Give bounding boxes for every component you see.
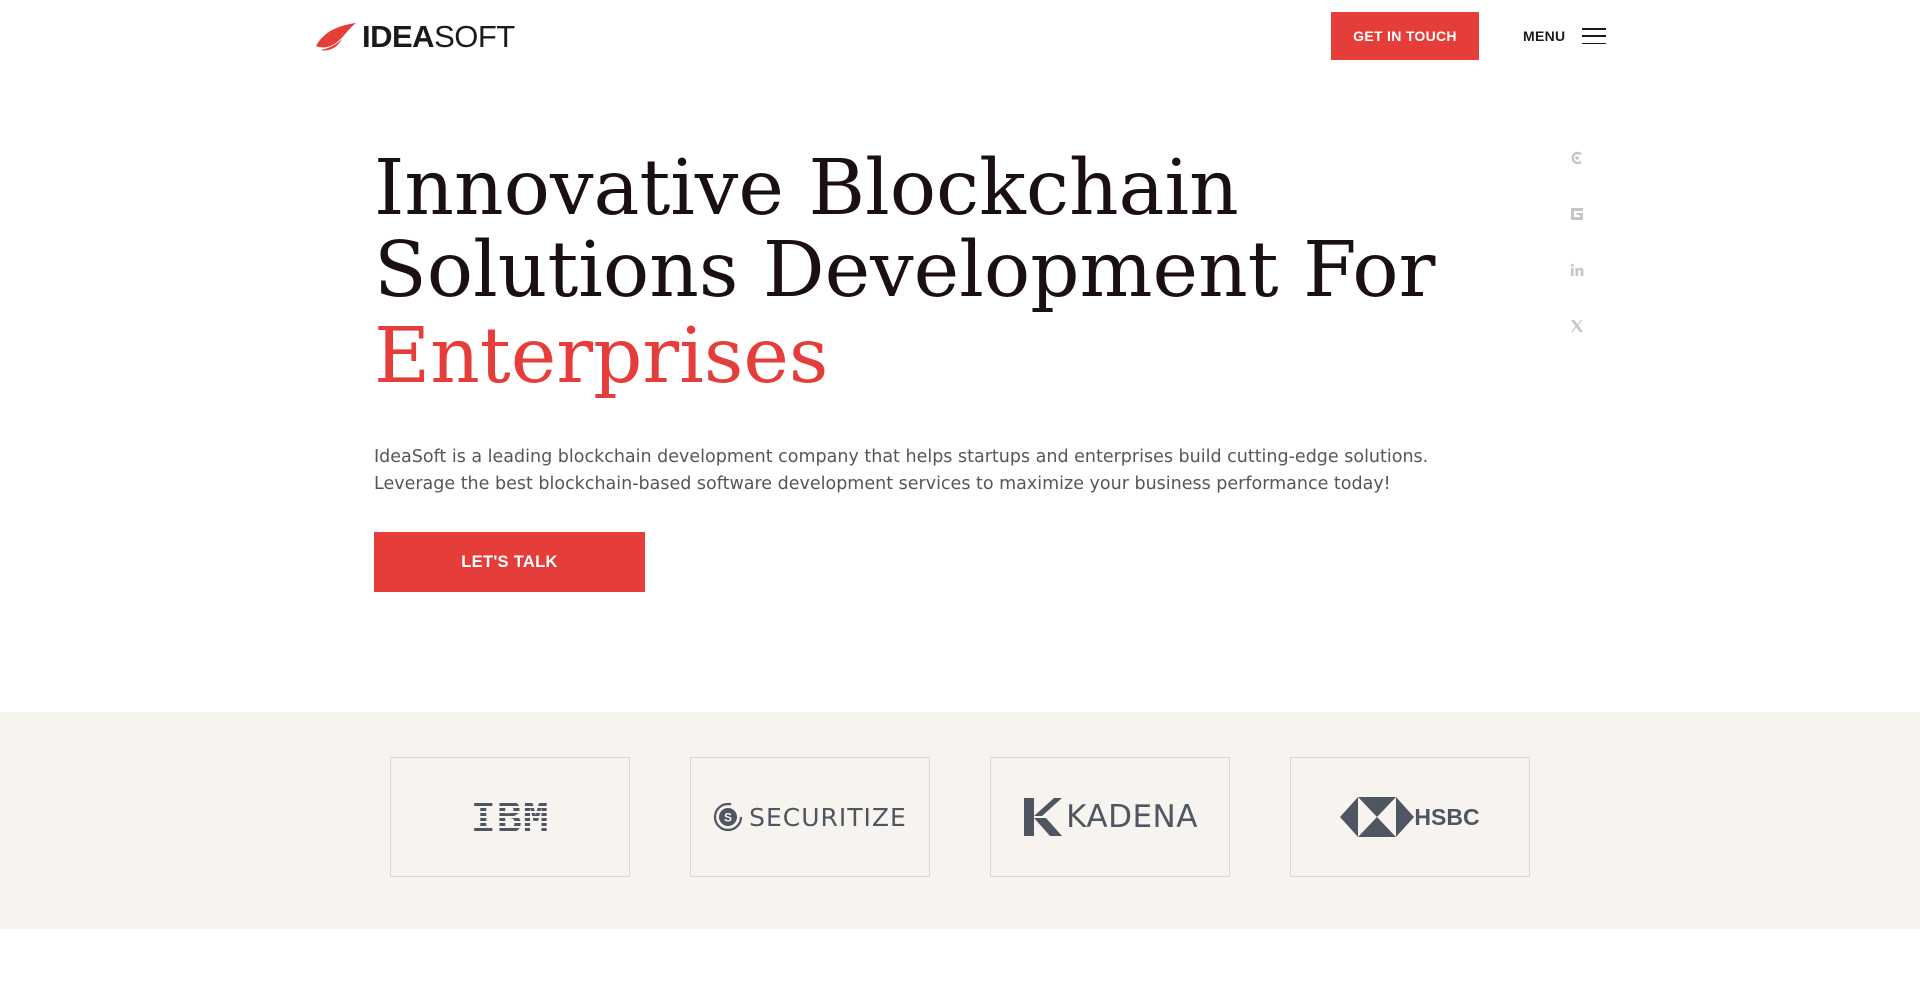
- goodfirms-icon[interactable]: [1567, 204, 1587, 224]
- hero-title-line1: Innovative Blockchain: [374, 144, 1239, 233]
- clients-band: IBM S SECURITIZE KADENA HSBC: [0, 712, 1920, 929]
- lets-talk-button[interactable]: LET'S TALK: [374, 532, 645, 592]
- logo-wordmark-light: SOFT: [434, 18, 515, 54]
- client-card-kadena: KADENA: [990, 757, 1230, 877]
- menu-toggle[interactable]: MENU: [1523, 24, 1607, 48]
- kadena-logo-icon: [1024, 798, 1063, 836]
- get-in-touch-button[interactable]: GET IN TOUCH: [1331, 12, 1479, 60]
- x-icon[interactable]: [1567, 316, 1587, 336]
- menu-label: MENU: [1523, 28, 1566, 44]
- client-card-ibm: IBM: [390, 757, 630, 877]
- ideasoft-logo-icon: [316, 23, 356, 51]
- social-links: [1567, 148, 1587, 372]
- client-card-hsbc: HSBC: [1290, 757, 1530, 877]
- securitize-logo-icon: S: [714, 802, 743, 832]
- hsbc-logo-icon: [1340, 797, 1415, 837]
- logo-wordmark: IDEASOFT: [362, 21, 515, 52]
- hamburger-icon: [1582, 28, 1607, 44]
- client-name-securitize: SECURITIZE: [749, 802, 907, 832]
- site-logo[interactable]: IDEASOFT: [314, 18, 515, 54]
- hero-title-line2: Solutions Development For: [374, 226, 1436, 315]
- linkedin-icon[interactable]: [1567, 260, 1587, 280]
- hero-description: IdeaSoft is a leading blockchain develop…: [374, 447, 1429, 494]
- client-name-kadena: KADENA: [1066, 799, 1198, 835]
- client-card-securitize: S SECURITIZE: [690, 757, 930, 877]
- clutch-icon[interactable]: [1567, 148, 1587, 168]
- hero-title-accent: Enterprises: [374, 312, 829, 401]
- client-name-hsbc: HSBC: [1414, 803, 1480, 830]
- svg-text:S: S: [724, 811, 732, 825]
- client-name-ibm: IBM: [470, 792, 550, 842]
- logo-wordmark-bold: IDEA: [362, 18, 435, 54]
- hero-title: Innovative Blockchain Solutions Developm…: [374, 148, 1474, 398]
